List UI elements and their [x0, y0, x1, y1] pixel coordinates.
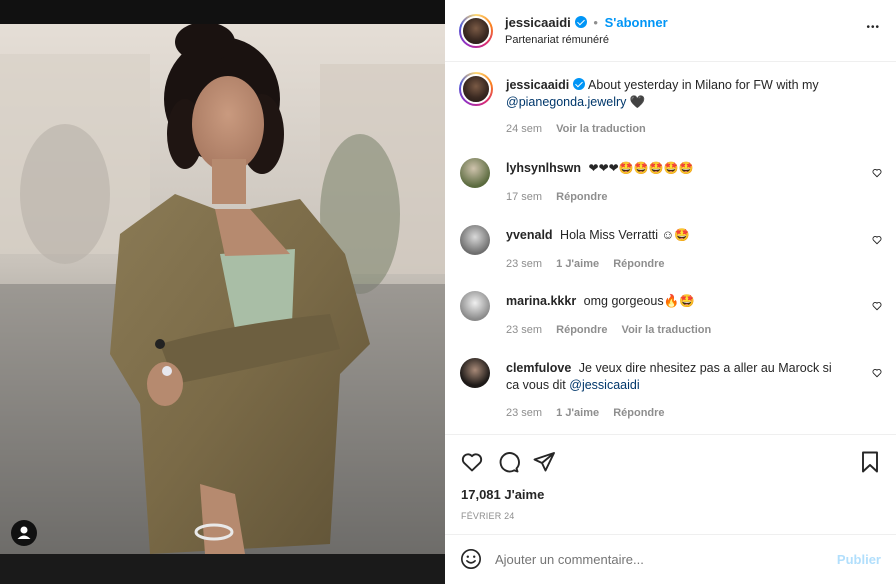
- comment-body: ❤❤❤🤩🤩🤩🤩🤩: [588, 161, 694, 175]
- reply-button[interactable]: Répondre: [556, 191, 607, 203]
- author-name[interactable]: jessicaaidi: [505, 15, 571, 30]
- comment-meta: 23 sem 1 J'aime Répondre: [506, 258, 676, 270]
- reply-button[interactable]: Répondre: [613, 258, 664, 270]
- header-separator: •: [593, 15, 598, 30]
- comment-time: 23 sem: [506, 407, 543, 419]
- publish-button[interactable]: Publier: [837, 552, 881, 567]
- post-actions: 17,081 J'aime FÉVRIER 24: [445, 434, 896, 534]
- comment-avatar[interactable]: [460, 358, 490, 388]
- verified-icon: [573, 78, 586, 90]
- comment-composer: Publier: [445, 534, 896, 584]
- comment-translate[interactable]: Voir la traduction: [622, 324, 712, 336]
- reply-button[interactable]: Répondre: [613, 407, 664, 419]
- comment-like-icon[interactable]: [872, 168, 882, 178]
- comment-like-icon[interactable]: [872, 368, 882, 378]
- user-tag-icon[interactable]: [11, 520, 37, 546]
- comment-likes[interactable]: 1 J'aime: [556, 258, 599, 270]
- comment-author[interactable]: lyhsynlhswn: [506, 161, 581, 175]
- comment-author[interactable]: yvenald: [506, 228, 553, 242]
- post-modal: jessicaaidi • S'abonner Partenariat rému…: [0, 0, 896, 584]
- comment-time: 23 sem: [506, 258, 543, 270]
- caption-text: jessicaaidi About yesterday in Milano fo…: [506, 77, 866, 111]
- more-options-icon[interactable]: •••: [866, 22, 880, 33]
- comment-author[interactable]: clemfulove: [506, 361, 571, 375]
- caption-author[interactable]: jessicaaidi: [506, 78, 569, 92]
- photo-illustration: [0, 24, 445, 554]
- heart-icon[interactable]: [460, 450, 484, 474]
- comment-text: lyhsynlhswn ❤❤❤🤩🤩🤩🤩🤩: [506, 160, 866, 177]
- post-date: FÉVRIER 24: [461, 511, 515, 521]
- comment-mention[interactable]: @jessicaaidi: [569, 378, 639, 392]
- author-avatar[interactable]: [459, 14, 493, 48]
- paid-partnership-label[interactable]: Partenariat rémunéré: [505, 34, 609, 46]
- share-icon[interactable]: [532, 450, 556, 474]
- comment-time: 23 sem: [506, 324, 543, 336]
- comment-icon[interactable]: [496, 450, 520, 474]
- caption-translate[interactable]: Voir la traduction: [556, 123, 646, 135]
- comment-time: 17 sem: [506, 191, 543, 203]
- comments-list[interactable]: jessicaaidi About yesterday in Milano fo…: [445, 62, 896, 434]
- comment-text: marina.kkkr omg gorgeous🔥🤩: [506, 293, 866, 310]
- likes-count[interactable]: 17,081 J'aime: [461, 487, 544, 502]
- comment-meta: 23 sem Répondre Voir la traduction: [506, 324, 722, 336]
- comment-meta: 23 sem 1 J'aime Répondre: [506, 407, 676, 419]
- emoji-icon[interactable]: [460, 548, 482, 570]
- comment-text: clemfulove Je veux dire nhesitez pas a a…: [506, 360, 836, 394]
- caption-emoji: 🖤: [629, 95, 646, 109]
- post-details-panel: jessicaaidi • S'abonner Partenariat rému…: [445, 0, 896, 584]
- verified-icon: [574, 16, 587, 28]
- caption-body: About yesterday in Milano for FW with my: [588, 78, 819, 92]
- comment-body: Hola Miss Verratti ☺🤩: [560, 228, 690, 242]
- comment-avatar[interactable]: [460, 158, 490, 188]
- caption-time: 24 sem: [506, 123, 543, 135]
- comment-author[interactable]: marina.kkkr: [506, 294, 576, 308]
- reply-button[interactable]: Répondre: [556, 324, 607, 336]
- caption-meta: 24 sem Voir la traduction: [506, 123, 657, 135]
- bookmark-icon[interactable]: [859, 450, 881, 474]
- backdrop-top: [0, 0, 445, 24]
- comment-like-icon[interactable]: [872, 235, 882, 245]
- comment-meta: 17 sem Répondre: [506, 191, 618, 203]
- comment-avatar[interactable]: [460, 225, 490, 255]
- comment-like-icon[interactable]: [872, 301, 882, 311]
- post-header: jessicaaidi • S'abonner Partenariat rému…: [445, 0, 896, 62]
- post-photo[interactable]: [0, 24, 445, 554]
- follow-button[interactable]: S'abonner: [605, 15, 668, 30]
- comment-body: omg gorgeous🔥🤩: [583, 294, 695, 308]
- backdrop-bottom: [0, 554, 445, 584]
- caption-avatar[interactable]: [459, 72, 493, 106]
- comment-likes[interactable]: 1 J'aime: [556, 407, 599, 419]
- comment-input[interactable]: [495, 549, 795, 569]
- caption-mention[interactable]: @pianegonda.jewelry: [506, 95, 626, 109]
- comment-text: yvenald Hola Miss Verratti ☺🤩: [506, 227, 866, 244]
- comment-avatar[interactable]: [460, 291, 490, 321]
